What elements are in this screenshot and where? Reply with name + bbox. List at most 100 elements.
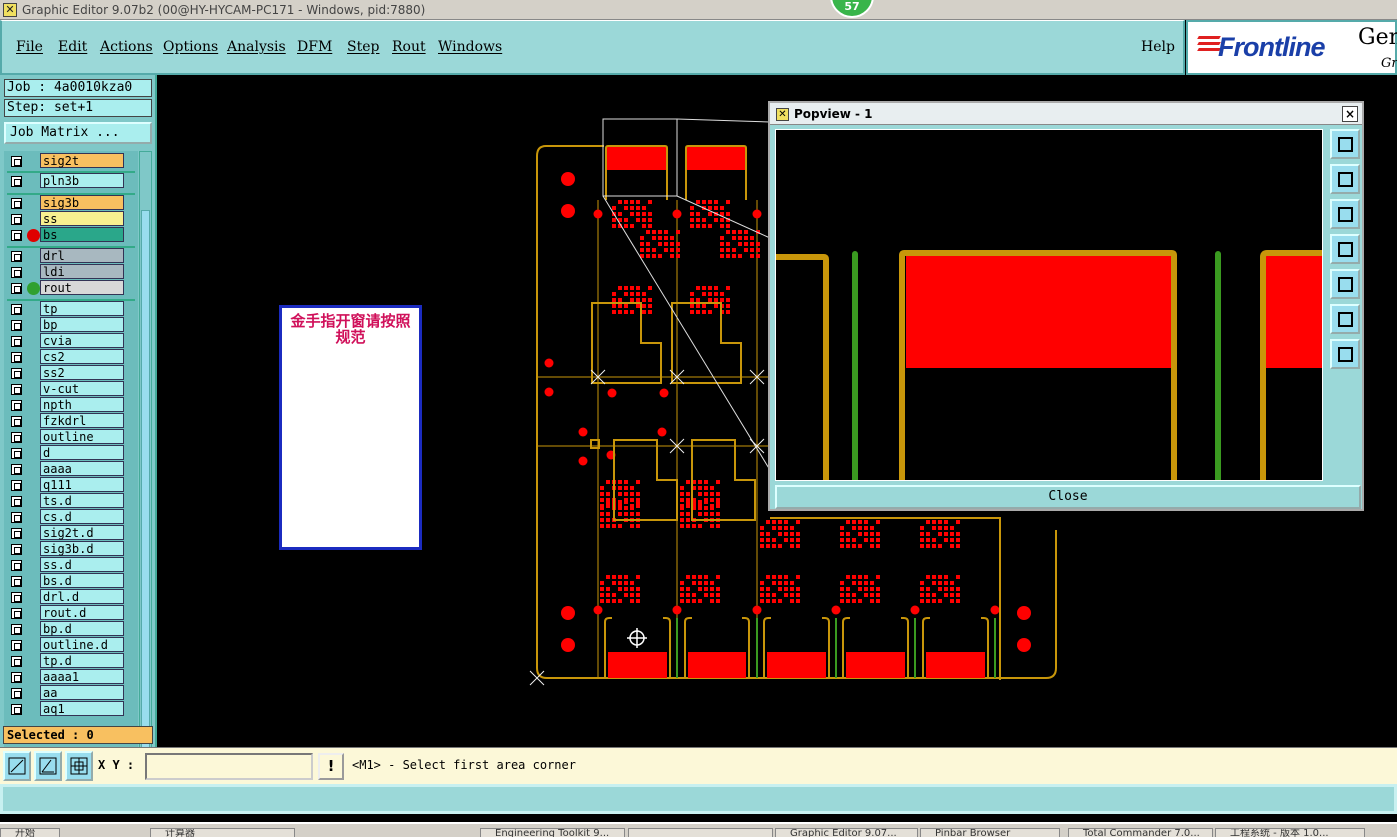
layer-name[interactable]: fzkdrl xyxy=(40,413,124,428)
layer-list[interactable]: sig2t pln3b sig3b ss bs drl ldi rout tp bp cvia cs2… xyxy=(4,151,138,796)
layer-name[interactable]: ss xyxy=(40,211,124,226)
layer-checkbox[interactable] xyxy=(11,656,22,667)
layer-name[interactable]: drl.d xyxy=(40,589,124,604)
layer-checkbox[interactable] xyxy=(11,432,22,443)
layer-row[interactable]: tp xyxy=(4,301,138,317)
layer-checkbox[interactable] xyxy=(11,448,22,459)
layer-row[interactable]: fzkdrl xyxy=(4,413,138,429)
menu-analysis[interactable]: Analysis xyxy=(227,39,286,55)
layer-checkbox[interactable] xyxy=(11,544,22,555)
pv-zoom-in-button[interactable] xyxy=(1330,304,1360,334)
pv-zoom-fit-button[interactable] xyxy=(1330,129,1360,159)
layer-name[interactable]: bp xyxy=(40,317,124,332)
layer-row[interactable]: aaaa xyxy=(4,461,138,477)
layer-name[interactable]: q111 xyxy=(40,477,124,492)
layer-row[interactable]: rout xyxy=(4,280,138,296)
pv-zoom-out-button[interactable] xyxy=(1330,339,1360,369)
layer-name[interactable]: sig2t.d xyxy=(40,525,124,540)
menu-file[interactable]: File xyxy=(16,39,43,55)
layer-row[interactable]: aq1 xyxy=(4,701,138,717)
layer-name[interactable]: sig3b.d xyxy=(40,541,124,556)
menu-rout[interactable]: Rout xyxy=(392,39,426,55)
layer-row[interactable]: v-cut xyxy=(4,381,138,397)
pv-pan-left-button[interactable] xyxy=(1330,234,1360,264)
layer-checkbox[interactable] xyxy=(11,704,22,715)
layer-row[interactable]: cs2 xyxy=(4,349,138,365)
layer-name[interactable]: bs.d xyxy=(40,573,124,588)
menu-dfm[interactable]: DFM xyxy=(297,39,332,55)
layer-name[interactable]: cs.d xyxy=(40,509,124,524)
layer-row[interactable]: npth xyxy=(4,397,138,413)
taskbar-button[interactable]: 工程系统 - 版本 1.0... xyxy=(1215,828,1365,837)
layer-checkbox[interactable] xyxy=(11,512,22,523)
menu-windows[interactable]: Windows xyxy=(438,39,502,55)
layer-name[interactable]: ss.d xyxy=(40,557,124,572)
menu-options[interactable]: Options xyxy=(163,39,218,55)
layer-name[interactable]: sig3b xyxy=(40,195,124,210)
layer-name[interactable]: sig2t xyxy=(40,153,124,168)
layer-checkbox[interactable] xyxy=(11,672,22,683)
layer-checkbox[interactable] xyxy=(11,304,22,315)
layer-name[interactable]: ss2 xyxy=(40,365,124,380)
layer-name[interactable]: aa xyxy=(40,685,124,700)
layer-row[interactable]: bp.d xyxy=(4,621,138,637)
layer-row[interactable]: sig3b.d xyxy=(4,541,138,557)
layer-name[interactable]: d xyxy=(40,445,124,460)
layer-name[interactable]: bs xyxy=(40,227,124,242)
grid-tool-button[interactable] xyxy=(65,751,93,781)
layer-checkbox[interactable] xyxy=(11,416,22,427)
window-titlebar[interactable]: ✕ Graphic Editor 9.07b2 (00@HY-HYCAM-PC1… xyxy=(0,0,1397,20)
layer-name[interactable]: rout.d xyxy=(40,605,124,620)
warning-button[interactable]: ! xyxy=(318,753,344,780)
layer-name[interactable]: aaaa xyxy=(40,461,124,476)
layer-row[interactable]: bs xyxy=(4,227,138,243)
layer-name[interactable]: outline.d xyxy=(40,637,124,652)
layer-row[interactable]: sig2t xyxy=(4,153,138,169)
layer-checkbox[interactable] xyxy=(11,352,22,363)
layer-checkbox[interactable] xyxy=(11,624,22,635)
layer-name[interactable]: npth xyxy=(40,397,124,412)
menu-step[interactable]: Step xyxy=(347,39,379,55)
layer-row[interactable]: ldi xyxy=(4,264,138,280)
taskbar-button[interactable]: Total Commander 7.0... xyxy=(1068,828,1213,837)
layer-name[interactable]: cs2 xyxy=(40,349,124,364)
layer-checkbox[interactable] xyxy=(11,400,22,411)
layer-checkbox[interactable] xyxy=(11,176,22,187)
job-matrix-button[interactable]: Job Matrix ... xyxy=(4,122,152,144)
layer-name[interactable]: tp xyxy=(40,301,124,316)
layer-checkbox[interactable] xyxy=(11,384,22,395)
layer-row[interactable]: bp xyxy=(4,317,138,333)
layer-row[interactable]: cvia xyxy=(4,333,138,349)
layer-row[interactable]: rout.d xyxy=(4,605,138,621)
menu-edit[interactable]: Edit xyxy=(58,39,87,55)
layer-row[interactable]: aa xyxy=(4,685,138,701)
layer-name[interactable]: bp.d xyxy=(40,621,124,636)
layer-checkbox[interactable] xyxy=(11,267,22,278)
layer-checkbox[interactable] xyxy=(11,576,22,587)
layer-checkbox[interactable] xyxy=(11,496,22,507)
layer-checkbox[interactable] xyxy=(11,230,22,241)
layer-checkbox[interactable] xyxy=(11,688,22,699)
layer-name[interactable]: rout xyxy=(40,280,124,295)
taskbar-button[interactable]: Engineering Toolkit 9... xyxy=(480,828,625,837)
snap-tool-button[interactable] xyxy=(3,751,31,781)
popview-titlebar[interactable]: ✕ Popview - 1 × xyxy=(770,103,1362,125)
popview-close-button[interactable]: Close xyxy=(775,485,1361,509)
layer-row[interactable]: ss.d xyxy=(4,557,138,573)
layer-checkbox[interactable] xyxy=(11,464,22,475)
layer-scrollbar[interactable] xyxy=(139,151,152,796)
layer-row[interactable]: ss xyxy=(4,211,138,227)
pv-pan-right-button[interactable] xyxy=(1330,269,1360,299)
layer-checkbox[interactable] xyxy=(11,560,22,571)
layer-row[interactable]: sig3b xyxy=(4,195,138,211)
menu-help[interactable]: Help xyxy=(1141,39,1175,55)
layer-row[interactable]: aaaa1 xyxy=(4,669,138,685)
layer-row[interactable]: q111 xyxy=(4,477,138,493)
layer-checkbox[interactable] xyxy=(11,156,22,167)
layer-row[interactable]: drl.d xyxy=(4,589,138,605)
layer-row[interactable]: ts.d xyxy=(4,493,138,509)
layer-row[interactable]: cs.d xyxy=(4,509,138,525)
layer-row[interactable]: bs.d xyxy=(4,573,138,589)
taskbar-button[interactable]: 开始 xyxy=(0,828,60,837)
layer-name[interactable]: pln3b xyxy=(40,173,124,188)
